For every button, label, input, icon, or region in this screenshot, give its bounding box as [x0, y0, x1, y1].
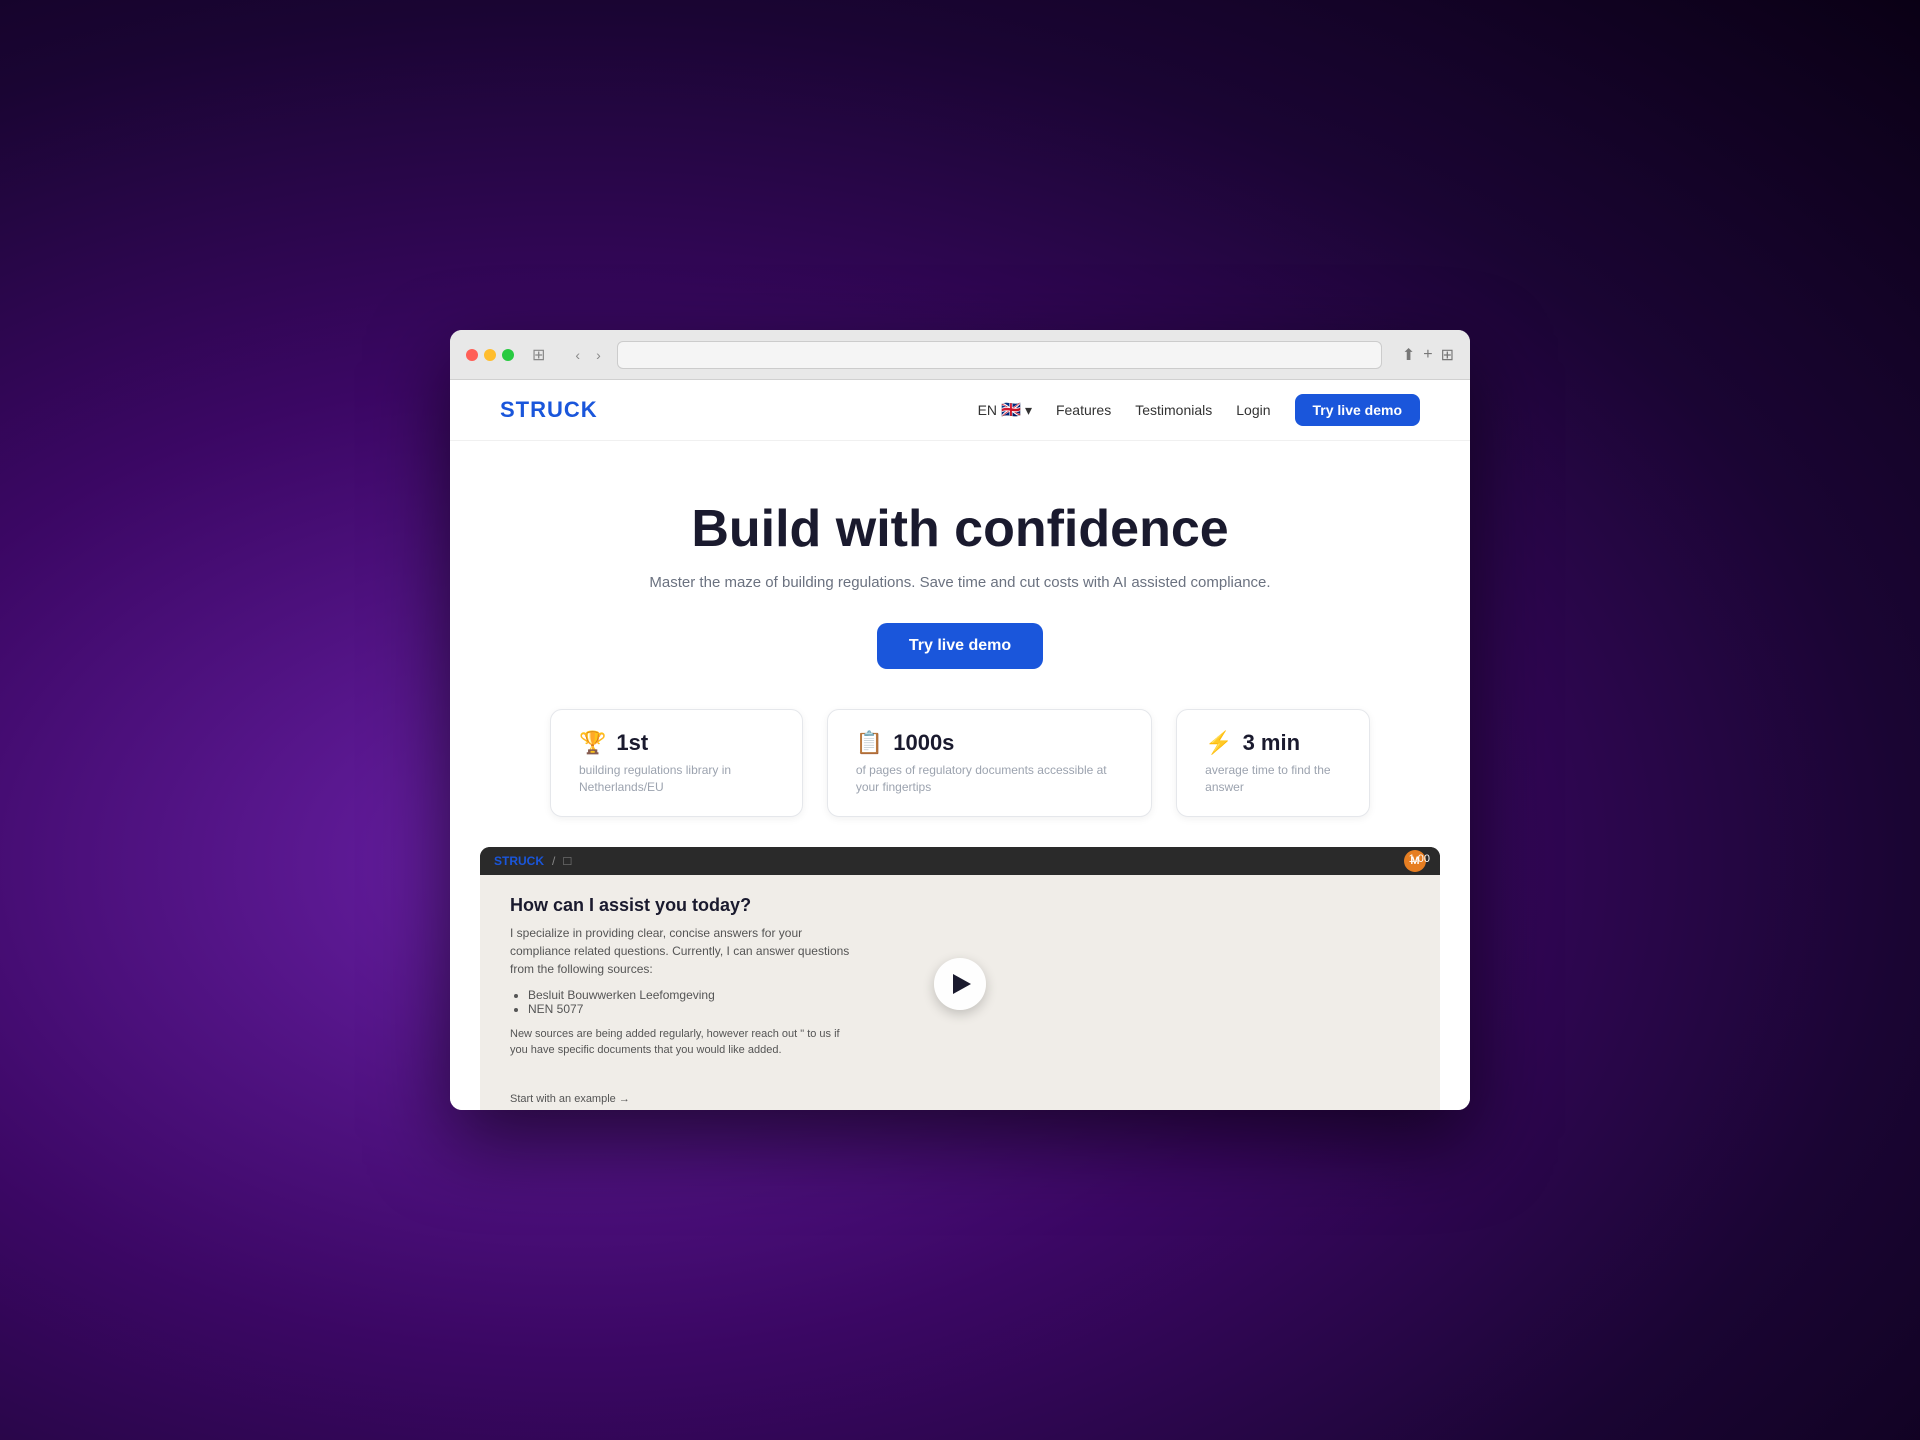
new-tab-button[interactable]: +	[1423, 345, 1432, 365]
stat-header-time: ⚡ 3 min	[1205, 730, 1341, 756]
video-app-title: STRUCK	[494, 854, 544, 868]
stat-value-pages: 1000s	[893, 730, 954, 756]
browser-actions: ⬆ + ⊞	[1402, 345, 1454, 365]
hero-subtitle: Master the maze of building regulations.…	[500, 574, 1420, 591]
example-label: Start with an example →	[510, 1093, 1410, 1105]
stat-header-first: 🏆 1st	[579, 730, 774, 756]
nav-login-link[interactable]: Login	[1236, 402, 1270, 418]
video-chat-intro: I specialize in providing clear, concise…	[510, 924, 850, 978]
chat-source-1: Besluit Bouwwerken Leefomgeving	[528, 988, 850, 1002]
nav-testimonials-link[interactable]: Testimonials	[1135, 402, 1212, 418]
nav-right: EN 🇬🇧 ▾ Features Testimonials Login Try …	[978, 394, 1420, 426]
stat-desc-first: building regulations library in Netherla…	[579, 762, 774, 796]
traffic-light-yellow[interactable]	[484, 349, 496, 361]
play-button[interactable]	[934, 958, 986, 1010]
flag-icon: 🇬🇧	[1001, 400, 1021, 420]
stat-card-first: 🏆 1st building regulations library in Ne…	[550, 709, 803, 817]
stat-header-pages: 📋 1000s	[856, 730, 1123, 756]
sidebar-toggle-button[interactable]: ⊞	[526, 343, 551, 367]
document-icon: 📋	[856, 730, 883, 756]
address-bar[interactable]	[617, 341, 1382, 369]
stats-row: 🏆 1st building regulations library in Ne…	[450, 709, 1470, 847]
browser-controls: ‹ ›	[571, 345, 604, 365]
trophy-icon: 🏆	[579, 730, 606, 756]
lightning-icon: ⚡	[1205, 730, 1232, 756]
brand-logo: STRUCK	[500, 397, 598, 423]
hero-section: Build with confidence Master the maze of…	[450, 441, 1470, 709]
traffic-lights	[466, 349, 514, 361]
stat-card-time: ⚡ 3 min average time to find the answer	[1176, 709, 1370, 817]
lang-label: EN	[978, 402, 997, 418]
chevron-down-icon: ▾	[1025, 402, 1032, 419]
chat-source-2: NEN 5077	[528, 1002, 850, 1016]
video-chat-title: How can I assist you today?	[510, 895, 850, 916]
example-section: Start with an example → 🏗 Architect What…	[480, 1093, 1440, 1110]
page-content: STRUCK EN 🇬🇧 ▾ Features Testimonials Log…	[450, 380, 1470, 1110]
nav-features-link[interactable]: Features	[1056, 402, 1111, 418]
video-breadcrumb-separator: /	[552, 854, 555, 868]
video-chat-sources: Besluit Bouwwerken Leefomgeving NEN 5077	[510, 988, 850, 1016]
url-input[interactable]	[628, 347, 1371, 362]
stat-desc-time: average time to find the answer	[1205, 762, 1341, 796]
video-timestamp: 1.00	[1409, 853, 1430, 865]
stat-card-pages: 📋 1000s of pages of regulatory documents…	[827, 709, 1152, 817]
forward-button[interactable]: ›	[592, 345, 605, 365]
traffic-light-red[interactable]	[466, 349, 478, 361]
stat-desc-pages: of pages of regulatory documents accessi…	[856, 762, 1123, 796]
hero-cta-button[interactable]: Try live demo	[877, 623, 1043, 669]
browser-chrome: ⊞ ‹ › ⬆ + ⊞	[450, 330, 1470, 380]
language-selector[interactable]: EN 🇬🇧 ▾	[978, 400, 1032, 420]
hero-title: Build with confidence	[500, 501, 1420, 558]
video-chat-content: How can I assist you today? I specialize…	[480, 875, 1440, 1093]
video-container: STRUCK / □ M 1.00 How can I assist you t…	[480, 847, 1440, 1110]
traffic-light-green[interactable]	[502, 349, 514, 361]
video-top-bar: STRUCK / □ M 1.00	[480, 847, 1440, 875]
stat-value-first: 1st	[616, 730, 648, 756]
navbar: STRUCK EN 🇬🇧 ▾ Features Testimonials Log…	[450, 380, 1470, 441]
play-triangle-icon	[953, 974, 971, 994]
video-chat-note: New sources are being added regularly, h…	[510, 1026, 850, 1059]
back-button[interactable]: ‹	[571, 345, 584, 365]
video-breadcrumb-icon: □	[563, 853, 571, 868]
share-button[interactable]: ⬆	[1402, 345, 1415, 365]
browser-window: ⊞ ‹ › ⬆ + ⊞ STRUCK EN 🇬🇧 ▾ Features	[450, 330, 1470, 1110]
stat-value-time: 3 min	[1243, 730, 1300, 756]
nav-try-demo-button[interactable]: Try live demo	[1295, 394, 1420, 426]
grid-view-button[interactable]: ⊞	[1441, 345, 1454, 365]
